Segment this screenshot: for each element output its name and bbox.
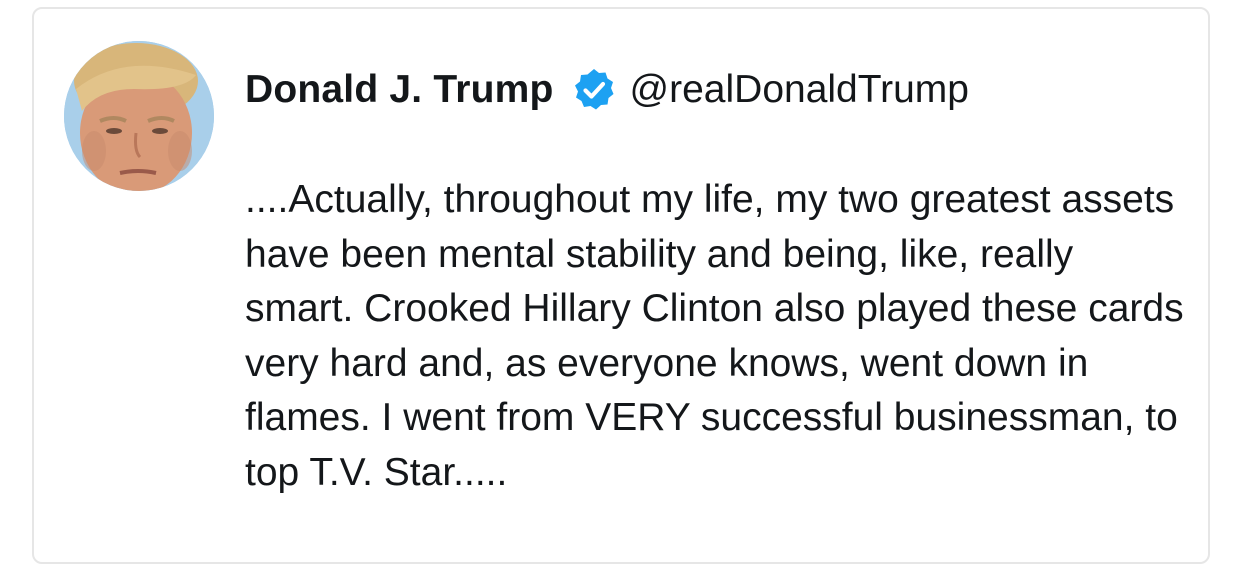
verified-badge-icon <box>570 66 618 114</box>
tweet-card: Donald J. Trump @realDonaldTrump ....Act… <box>32 7 1210 564</box>
avatar[interactable] <box>64 41 214 191</box>
avatar-image <box>64 41 214 191</box>
display-name[interactable]: Donald J. Trump <box>245 68 554 112</box>
tweet-text: ....Actually, throughout my life, my two… <box>245 178 1184 494</box>
user-handle[interactable]: @realDonaldTrump <box>630 68 969 112</box>
tweet-header: Donald J. Trump @realDonaldTrump <box>245 67 969 113</box>
